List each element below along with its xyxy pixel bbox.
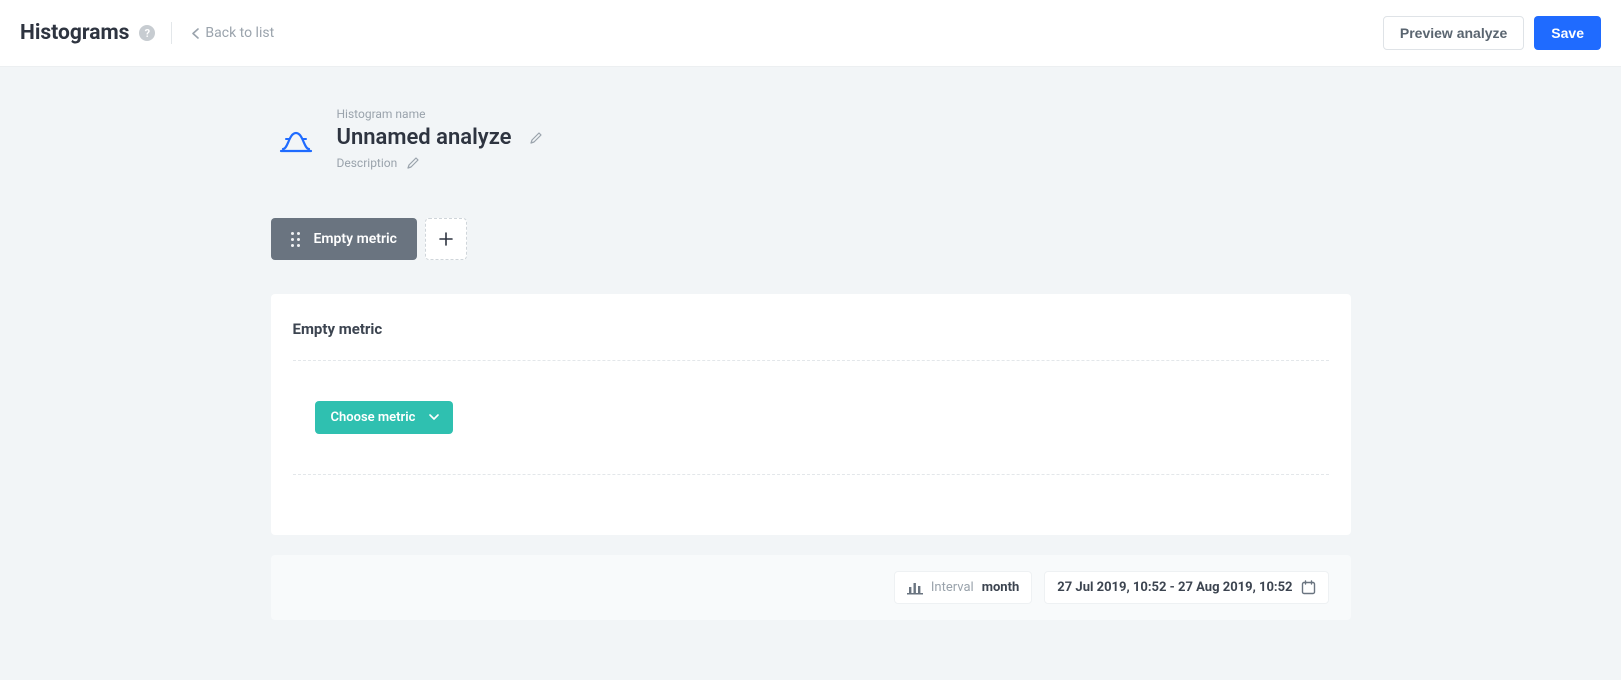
metric-tabs: Empty metric [271, 218, 1351, 260]
date-range-selector[interactable]: 27 Jul 2019, 10:52 - 27 Aug 2019, 10:52 [1044, 571, 1328, 604]
help-icon[interactable]: ? [139, 25, 155, 41]
topbar: Histograms ? Back to list Preview analyz… [0, 0, 1621, 67]
back-label: Back to list [205, 25, 274, 41]
metric-tab-label: Empty metric [314, 231, 397, 247]
plus-icon [439, 232, 453, 246]
metric-tab-active[interactable]: Empty metric [271, 218, 417, 260]
description-row: Description [337, 156, 542, 170]
title-row: Unnamed analyze [337, 125, 542, 150]
page-title-wrap: Histograms ? [20, 21, 155, 45]
topbar-left: Histograms ? Back to list [20, 21, 274, 45]
divider [293, 474, 1329, 475]
preview-analyze-button[interactable]: Preview analyze [1383, 16, 1524, 50]
card-title: Empty metric [293, 320, 1329, 338]
bar-chart-icon [907, 581, 923, 595]
metric-card: Empty metric Choose metric [271, 294, 1351, 535]
interval-selector[interactable]: Interval month [894, 571, 1032, 604]
card-body: Choose metric [293, 361, 1329, 474]
save-button[interactable]: Save [1534, 16, 1601, 50]
histogram-name[interactable]: Unnamed analyze [337, 125, 512, 150]
choose-metric-label: Choose metric [331, 410, 416, 425]
pencil-icon[interactable] [407, 157, 419, 169]
pencil-icon[interactable] [530, 132, 542, 144]
calendar-icon [1301, 580, 1316, 595]
add-metric-button[interactable] [425, 218, 467, 260]
back-to-list-link[interactable]: Back to list [192, 25, 274, 41]
title-meta: Histogram name Unnamed analyze Descripti… [337, 107, 542, 170]
chevron-down-icon [429, 414, 439, 421]
topbar-right: Preview analyze Save [1383, 16, 1601, 50]
interval-label: Interval [931, 580, 974, 595]
interval-value: month [982, 580, 1020, 595]
date-range-value: 27 Jul 2019, 10:52 - 27 Aug 2019, 10:52 [1057, 580, 1292, 595]
choose-metric-dropdown[interactable]: Choose metric [315, 401, 454, 434]
canvas: Histogram name Unnamed analyze Descripti… [0, 67, 1621, 680]
result-toolbar: Interval month 27 Jul 2019, 10:52 - 27 A… [271, 555, 1351, 620]
description-label[interactable]: Description [337, 156, 398, 170]
title-block: Histogram name Unnamed analyze Descripti… [279, 107, 1351, 170]
page-title: Histograms [20, 21, 129, 45]
container: Histogram name Unnamed analyze Descripti… [271, 107, 1351, 620]
histogram-name-label: Histogram name [337, 107, 542, 121]
chevron-left-icon [192, 28, 199, 39]
drag-handle-icon[interactable] [291, 232, 300, 247]
histogram-icon [279, 123, 313, 157]
divider [171, 22, 172, 44]
